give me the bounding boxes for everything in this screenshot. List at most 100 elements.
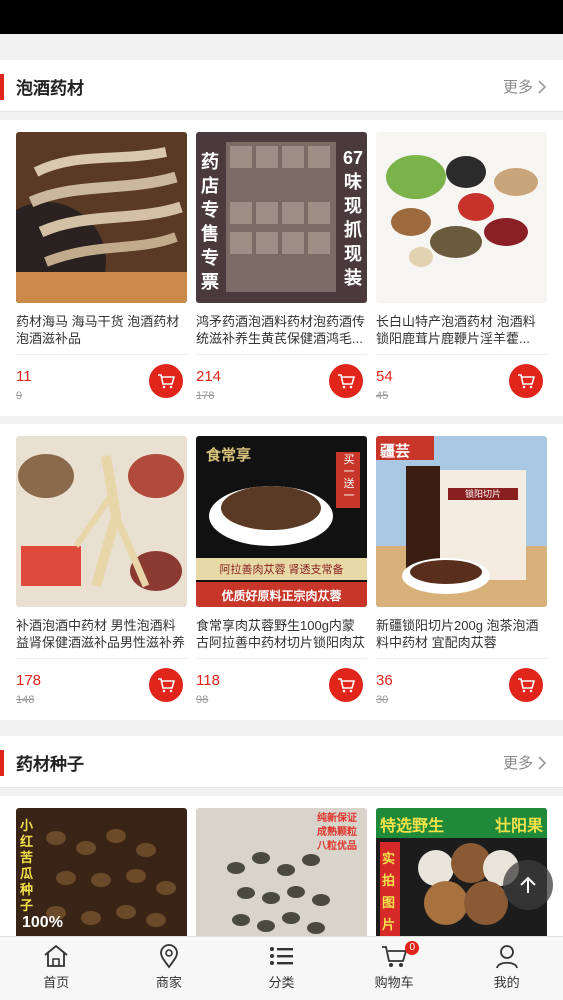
product-card[interactable]: 疆芸 锁阳切片 新疆锁阳切片200g 泡茶泡酒料中药材 宜配肉苁蓉 36 30 (376, 436, 547, 706)
image-tag-text: 买一送一 (343, 454, 355, 502)
tab-label: 我的 (493, 975, 520, 990)
section-title: 泡酒药材 (16, 79, 84, 98)
image-box-text: 锁阳切片 (464, 489, 501, 499)
image-stamp-text: 纯新保证 成熟颗粒 八粒优品 (317, 813, 357, 852)
divider (16, 658, 187, 659)
bottom-tab-bar: 首页 商家 分类 0 购物车 我的 (0, 936, 563, 1000)
category-icon (270, 947, 294, 965)
arrow-up-icon (520, 876, 536, 893)
tab-label: 分类 (268, 975, 295, 990)
cart-icon (338, 374, 355, 389)
section-accent-bar (0, 74, 4, 100)
tab-merchant[interactable]: 商家 (113, 937, 226, 1000)
divider (376, 354, 547, 355)
product-image-suoyang: 疆芸 锁阳切片 (376, 436, 547, 607)
divider (196, 658, 367, 659)
image-side-text: 小红苦瓜种子 (20, 818, 34, 913)
product-card[interactable]: 药店专售专票 67味现抓现装 鸿矛药酒泡酒料药材泡药酒传统滋补养生黄芪保健酒鸿毛… (196, 132, 367, 402)
more-label: 更多 (502, 755, 533, 772)
image-text-left: 药店专售专票 (201, 152, 219, 292)
divider (16, 354, 187, 355)
back-to-top-button[interactable] (503, 860, 553, 910)
product-grid-row-2: 补酒泡酒中药材 男性泡酒料益肾保健酒滋补品男性滋补养生泡酒料 178 148 食… (0, 424, 563, 720)
product-image-ginseng (16, 436, 187, 607)
section-title: 药材种子 (16, 755, 84, 774)
product-name: 药材海马 海马干货 泡酒药材 泡酒滋补品 (16, 314, 180, 346)
app-page: 泡酒药材 更多 药材海马 海马干货 泡酒药材 泡酒滋补品 11 9 药店专售专票… (0, 0, 563, 1000)
tab-cart[interactable]: 0 购物车 (338, 937, 451, 1000)
cart-icon (518, 374, 535, 389)
image-banner-1: 阿拉善肉苁蓉 肾透支常备 (219, 564, 344, 576)
more-link[interactable]: 更多 (503, 76, 547, 97)
product-image-seahorse (16, 132, 187, 303)
section-accent-bar (0, 750, 4, 776)
product-image-mixed-herbs (376, 132, 547, 303)
section-header-seeds: 药材种子 更多 (0, 736, 563, 788)
image-text-right: 67味现抓现装 (342, 148, 364, 288)
section-header-paojiu: 泡酒药材 更多 (0, 60, 563, 112)
cart-icon (382, 946, 408, 967)
chevron-right-icon (538, 755, 547, 770)
product-card[interactable]: 纯新保证 成熟颗粒 八粒优品 (196, 808, 367, 936)
add-to-cart-button[interactable] (149, 364, 183, 398)
product-name: 长白山特产泡酒药材 泡酒料 锁阳鹿茸片鹿鞭片淫羊藿... (376, 314, 536, 346)
image-percent-text: 100% (22, 914, 63, 931)
status-bar (0, 0, 563, 34)
product-name: 新疆锁阳切片200g 泡茶泡酒料中药材 宜配肉苁蓉 (376, 618, 539, 650)
add-to-cart-button[interactable] (509, 364, 543, 398)
cart-icon (338, 678, 355, 693)
product-old-price: 45 (376, 390, 389, 402)
product-grid-row-3: 小红苦瓜种子 100% 纯新保证 成熟颗粒 八粒优品 特选野生 壮阳果 实拍图片 (0, 796, 563, 936)
home-icon (44, 944, 68, 967)
more-label: 更多 (502, 79, 533, 96)
product-old-price: 9 (16, 390, 23, 402)
add-to-cart-button[interactable] (329, 364, 363, 398)
product-old-price: 30 (376, 694, 389, 706)
tab-label: 首页 (43, 975, 70, 990)
cart-icon (158, 678, 175, 693)
product-price: 54 (376, 368, 393, 385)
product-image-seeds-2: 纯新保证 成熟颗粒 八粒优品 (196, 808, 367, 936)
cart-icon (518, 678, 535, 693)
image-brand-text: 食常享 (206, 447, 252, 464)
add-to-cart-button[interactable] (149, 668, 183, 702)
divider (376, 658, 547, 659)
product-price: 178 (16, 672, 42, 689)
product-price: 214 (196, 368, 222, 385)
product-image-cistanche: 食常享 买一送一 阿拉善肉苁蓉 肾透支常备 优质好原料正宗肉苁蓉 (196, 436, 367, 607)
image-side-text: 实拍图片 (382, 851, 396, 932)
product-old-price: 98 (196, 694, 209, 706)
image-top-text: 特选野生 (380, 818, 445, 835)
product-grid-row-1: 药材海马 海马干货 泡酒药材 泡酒滋补品 11 9 药店专售专票 67味现抓现装… (0, 120, 563, 416)
tab-category[interactable]: 分类 (225, 937, 338, 1000)
product-price: 36 (376, 672, 393, 689)
product-price: 118 (196, 672, 220, 689)
product-image-seeds-1: 小红苦瓜种子 100% (16, 808, 187, 936)
add-to-cart-button[interactable] (509, 668, 543, 702)
product-old-price: 148 (16, 694, 35, 706)
image-banner-2: 优质好原料正宗肉苁蓉 (221, 589, 342, 603)
product-name: 补酒泡酒中药材 男性泡酒料益肾保健酒滋补品男性滋补养生泡酒料 (16, 618, 186, 650)
image-right-text: 壮阳果 (494, 818, 543, 835)
product-card[interactable]: 补酒泡酒中药材 男性泡酒料益肾保健酒滋补品男性滋补养生泡酒料 178 148 (16, 436, 187, 706)
product-card[interactable]: 长白山特产泡酒药材 泡酒料 锁阳鹿茸片鹿鞭片淫羊藿... 54 45 (376, 132, 547, 402)
product-name: 鸿矛药酒泡酒料药材泡药酒传统滋补养生黄芪保健酒鸿毛... (196, 314, 366, 346)
product-card[interactable]: 小红苦瓜种子 100% (16, 808, 187, 936)
product-old-price: 178 (196, 390, 215, 402)
product-name: 食常享肉苁蓉野生100g内蒙古阿拉善中药材切片锁阳肉苁蓉 (196, 618, 366, 650)
more-link[interactable]: 更多 (503, 752, 547, 773)
add-to-cart-button[interactable] (329, 668, 363, 702)
cart-icon (158, 374, 175, 389)
product-image-herb-packs: 药店专售专票 67味现抓现装 (196, 132, 367, 303)
product-price: 11 (16, 368, 32, 385)
chevron-right-icon (538, 79, 547, 94)
tab-label: 购物车 (374, 975, 414, 990)
tab-label: 商家 (155, 975, 182, 990)
tab-home[interactable]: 首页 (0, 937, 113, 1000)
product-card[interactable]: 药材海马 海马干货 泡酒药材 泡酒滋补品 11 9 (16, 132, 187, 402)
divider (196, 354, 367, 355)
image-brand-text: 疆芸 (380, 443, 411, 460)
cart-badge: 0 (405, 941, 420, 955)
product-card[interactable]: 食常享 买一送一 阿拉善肉苁蓉 肾透支常备 优质好原料正宗肉苁蓉 食常享肉苁蓉野… (196, 436, 367, 706)
tab-profile[interactable]: 我的 (450, 937, 563, 1000)
